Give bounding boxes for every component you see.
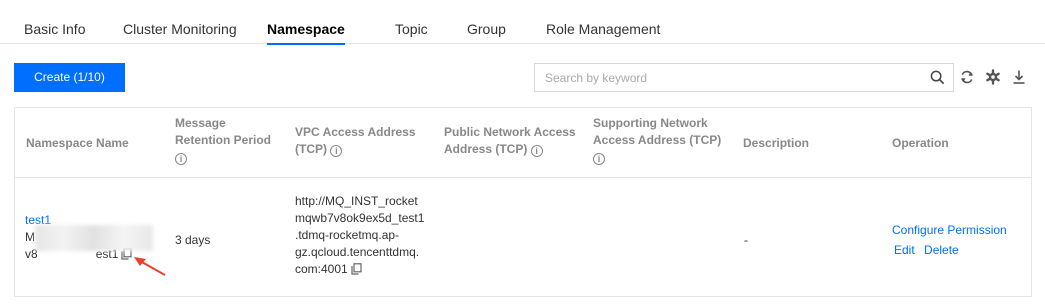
operation-cell: Configure Permission Edit Delete (892, 222, 1007, 259)
vpc-address-line: mqwb7v8ok9ex5d_test1 (295, 211, 425, 225)
copy-icon[interactable] (351, 263, 362, 275)
header-vpc-line2: (TCP) (295, 142, 327, 156)
search-input[interactable] (535, 64, 925, 91)
settings-icon[interactable] (985, 69, 1001, 85)
search-box (534, 63, 954, 92)
header-retention: Message Retention Period i (175, 115, 271, 166)
search-icon[interactable] (930, 70, 945, 85)
tab-group[interactable]: Group (467, 0, 506, 44)
configure-permission-link[interactable]: Configure Permission (892, 222, 1007, 239)
header-description: Description (743, 136, 810, 150)
header-support-line1: Supporting Network (593, 116, 708, 130)
vpc-address-line: gz.qcloud.tencenttdmq. (295, 245, 420, 259)
tab-role-management[interactable]: Role Management (546, 0, 660, 44)
table-header: Namespace Name Message Retention Period … (15, 108, 1031, 178)
redaction-blur (35, 225, 153, 251)
tab-namespace[interactable]: Namespace (267, 0, 345, 45)
retention-cell: 3 days (175, 233, 211, 247)
description-cell: - (744, 233, 748, 247)
info-icon[interactable]: i (593, 153, 605, 165)
vpc-address-line: .tdmq-rocketmq.ap- (295, 228, 400, 242)
header-support-line2: Access Address (TCP) (593, 133, 722, 147)
create-button[interactable]: Create (1/10) (14, 63, 125, 92)
header-retention-line1: Message (175, 116, 226, 130)
vpc-address-cell: http://MQ_INST_rocket mqwb7v8ok9ex5d_tes… (295, 193, 424, 278)
tab-bar: Basic Info Cluster Monitoring Namespace … (0, 0, 1045, 45)
annotation-arrow-icon (134, 257, 166, 276)
vpc-address-line: com:4001 (295, 262, 348, 276)
download-icon[interactable] (1011, 69, 1027, 85)
header-retention-line2: Retention Period (175, 133, 272, 147)
tab-basic-info[interactable]: Basic Info (24, 0, 85, 44)
info-icon[interactable]: i (175, 153, 187, 165)
tab-topic[interactable]: Topic (395, 0, 428, 44)
info-icon[interactable]: i (330, 145, 343, 157)
header-public-line1: Public Network Access (444, 125, 576, 139)
header-public-address: Public Network Access Address (TCP) i (444, 124, 576, 158)
delete-link[interactable]: Delete (924, 243, 959, 257)
header-vpc-line1: VPC Access Address (295, 125, 416, 139)
header-namespace-name: Namespace Name (26, 136, 129, 150)
edit-link[interactable]: Edit (894, 243, 915, 257)
header-public-line2: Address (TCP) (444, 142, 528, 156)
refresh-icon[interactable] (959, 69, 975, 85)
header-supporting-address: Supporting Network Access Address (TCP) … (593, 115, 721, 166)
info-icon[interactable]: i (530, 145, 543, 157)
tab-cluster-monitoring[interactable]: Cluster Monitoring (123, 0, 237, 44)
header-vpc-address: VPC Access Address (TCP) i (295, 124, 416, 158)
header-operation: Operation (892, 136, 949, 150)
vpc-address-line: http://MQ_INST_rocket (295, 194, 418, 208)
